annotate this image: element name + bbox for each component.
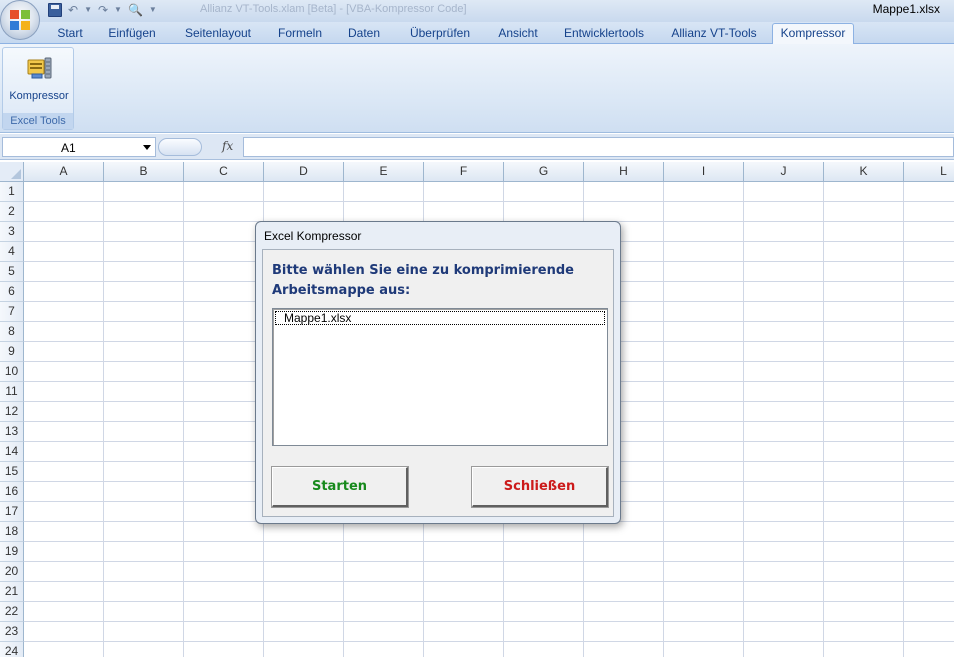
tab-allianz-vt-tools[interactable]: Allianz VT-Tools (664, 25, 764, 44)
name-box[interactable]: A1 (2, 137, 156, 157)
print-preview-icon[interactable]: 🔍 (128, 3, 143, 17)
row-header[interactable]: 15 (0, 462, 24, 482)
column-header[interactable]: G (504, 162, 584, 182)
select-all-corner[interactable] (0, 162, 24, 182)
column-header[interactable]: K (824, 162, 904, 182)
row-header[interactable]: 2 (0, 202, 24, 222)
dialog-prompt: Bitte wählen Sie eine zu komprimierende … (272, 263, 574, 298)
column-header[interactable]: D (264, 162, 344, 182)
row-header[interactable]: 12 (0, 402, 24, 422)
column-header[interactable]: J (744, 162, 824, 182)
row-header[interactable]: 5 (0, 262, 24, 282)
column-header[interactable]: A (24, 162, 104, 182)
formula-bar: A1 fx (0, 134, 954, 160)
compressor-icon (27, 57, 52, 79)
fx-area: fx (158, 137, 242, 157)
undo-dropdown-icon[interactable]: ▼ (84, 3, 92, 17)
row-header[interactable]: 19 (0, 542, 24, 562)
dialog-body: Bitte wählen Sie eine zu komprimierende … (262, 249, 614, 517)
row-header[interactable]: 4 (0, 242, 24, 262)
window-file-name: Mappe1.xlsx (872, 2, 940, 16)
column-header[interactable]: H (584, 162, 664, 182)
tab-start[interactable]: Start (50, 25, 90, 44)
row-header[interactable]: 9 (0, 342, 24, 362)
undo-icon[interactable]: ↶ (68, 3, 78, 17)
workbook-listbox[interactable]: Mappe1.xlsx (272, 308, 608, 446)
window-title-faded: Allianz VT-Tools.xlam [Beta] - [VBA-Komp… (200, 3, 467, 15)
column-header[interactable]: F (424, 162, 504, 182)
formula-bar-resize-handle[interactable] (158, 138, 202, 156)
row-header[interactable]: 6 (0, 282, 24, 302)
tab-kompressor[interactable]: Kompressor (772, 23, 854, 44)
dialog-title: Excel Kompressor (264, 229, 362, 243)
kompressor-button-label: Kompressor (9, 90, 69, 102)
close-button[interactable]: Schließen (472, 467, 608, 507)
title-bar: ↶ ▼ ↷ ▼ 🔍 ▼ Allianz VT-Tools.xlam [Beta]… (0, 0, 954, 40)
row-header[interactable]: 17 (0, 502, 24, 522)
row-header[interactable]: 20 (0, 562, 24, 582)
redo-dropdown-icon[interactable]: ▼ (114, 3, 122, 17)
kompressor-button[interactable]: Kompressor (7, 50, 71, 106)
redo-icon[interactable]: ↷ (98, 3, 108, 17)
start-button[interactable]: Starten (272, 467, 408, 507)
row-header[interactable]: 23 (0, 622, 24, 642)
row-header[interactable]: 21 (0, 582, 24, 602)
row-header[interactable]: 14 (0, 442, 24, 462)
office-button[interactable] (0, 0, 40, 40)
row-header[interactable]: 16 (0, 482, 24, 502)
kompressor-dialog: Excel Kompressor Bitte wählen Sie eine z… (255, 221, 621, 524)
quick-access-toolbar: ↶ ▼ ↷ ▼ 🔍 ▼ (48, 1, 157, 19)
tab-einfuegen[interactable]: Einfügen (100, 25, 164, 44)
column-header[interactable]: L (904, 162, 954, 182)
list-item[interactable]: Mappe1.xlsx (275, 311, 605, 325)
row-header[interactable]: 1 (0, 182, 24, 202)
tab-seitenlayout[interactable]: Seitenlayout (178, 25, 258, 44)
row-header[interactable]: 3 (0, 222, 24, 242)
ribbon-group-label: Excel Tools (3, 113, 73, 129)
row-header[interactable]: 13 (0, 422, 24, 442)
column-header[interactable]: B (104, 162, 184, 182)
formula-input[interactable] (243, 137, 954, 157)
customize-qat-icon[interactable]: ▼ (149, 3, 157, 17)
row-header[interactable]: 22 (0, 602, 24, 622)
ribbon: Kompressor Excel Tools (0, 44, 954, 133)
tab-ueberpruefen[interactable]: Überprüfen (402, 25, 478, 44)
column-header[interactable]: E (344, 162, 424, 182)
ribbon-group-excel-tools: Kompressor Excel Tools (2, 47, 74, 130)
row-header[interactable]: 18 (0, 522, 24, 542)
row-header[interactable]: 10 (0, 362, 24, 382)
row-header[interactable]: 11 (0, 382, 24, 402)
ribbon-tabs: Start Einfügen Seitenlayout Formeln Date… (0, 22, 954, 44)
row-header[interactable]: 24 (0, 642, 24, 657)
tab-entwicklertools[interactable]: Entwicklertools (558, 25, 650, 44)
row-header[interactable]: 7 (0, 302, 24, 322)
save-icon[interactable] (48, 3, 62, 17)
tab-formeln[interactable]: Formeln (272, 25, 328, 44)
name-box-value: A1 (61, 141, 76, 155)
row-header[interactable]: 8 (0, 322, 24, 342)
office-logo-icon (10, 10, 31, 31)
name-box-dropdown-icon[interactable] (143, 145, 151, 150)
tab-ansicht[interactable]: Ansicht (490, 25, 546, 44)
column-header[interactable]: C (184, 162, 264, 182)
tab-daten[interactable]: Daten (340, 25, 388, 44)
insert-function-icon[interactable]: fx (222, 139, 233, 153)
column-header[interactable]: I (664, 162, 744, 182)
